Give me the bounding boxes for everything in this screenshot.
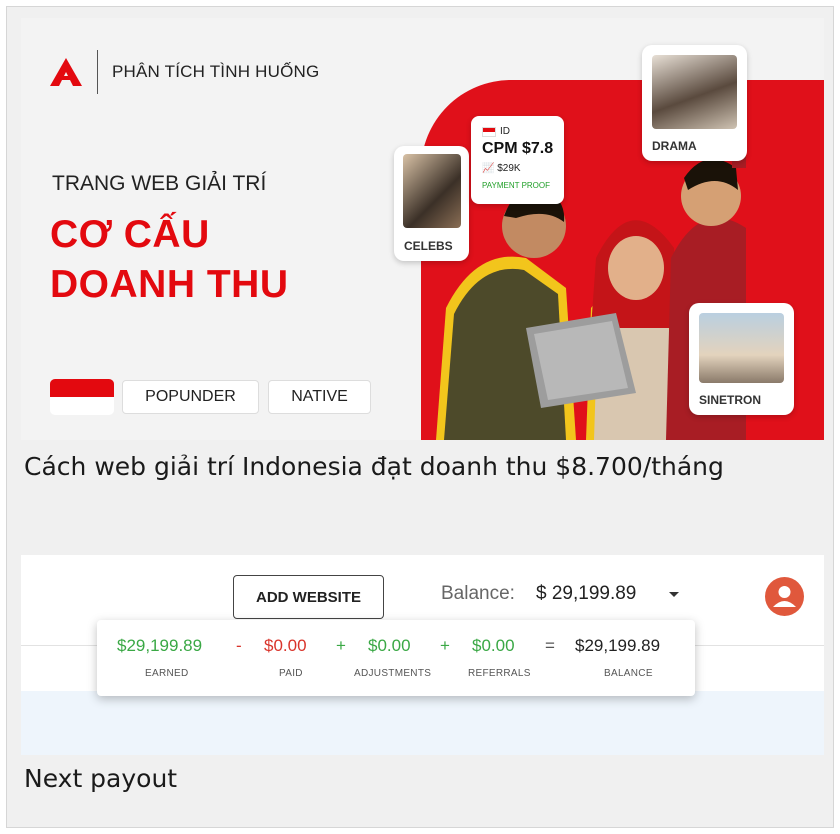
adjustments-value: $0.00 — [368, 636, 411, 655]
celebs-label: CELEBS — [404, 239, 453, 253]
country-code: ID — [482, 126, 510, 137]
chart-up-icon: 📈 — [482, 163, 498, 174]
balance-value[interactable]: $ 29,199.89 — [536, 583, 636, 605]
banner-headline: CƠ CẤU DOANH THU — [50, 210, 288, 310]
sinetron-card: SINETRON — [689, 303, 794, 415]
case-study-banner: PHÂN TÍCH TÌNH HUỐNG TRANG WEB GIẢI TRÍ … — [21, 18, 824, 440]
logo-block: PHÂN TÍCH TÌNH HUỐNG — [49, 50, 319, 94]
indonesia-flag-icon — [50, 379, 114, 415]
paid-label: PAID — [279, 668, 303, 679]
earned-label: EARNED — [145, 668, 189, 679]
caption-next-payout: Next payout — [24, 764, 178, 793]
balance-total-label: BALANCE — [604, 668, 653, 679]
minus-operator: - — [236, 636, 242, 655]
caption-title: Cách web giải trí Indonesia đạt doanh th… — [24, 452, 724, 481]
chevron-down-icon[interactable] — [669, 592, 679, 597]
headline-line-1: CƠ CẤU — [50, 213, 210, 256]
cpm-value: CPM $7.8 — [482, 140, 554, 157]
paid-value: $0.00 — [264, 636, 307, 655]
earned-value: $29,199.89 — [117, 636, 203, 655]
add-website-button[interactable]: ADD WEBSITE — [233, 575, 384, 619]
drama-photo — [652, 55, 737, 129]
equals-operator: = — [545, 636, 555, 655]
balance-label: Balance: — [441, 583, 515, 604]
balance-total-value: $29,199.89 — [575, 636, 661, 655]
referrals-value: $0.00 — [472, 636, 515, 655]
country-label: ID — [500, 126, 510, 137]
balance-summary-popup: $29,199.89 EARNED - $0.00 PAID + $0.00 A… — [97, 620, 695, 696]
logo-divider — [97, 50, 98, 94]
sinetron-photo — [699, 313, 784, 383]
celebs-photo — [403, 154, 461, 228]
banner-kicker: TRANG WEB GIẢI TRÍ — [52, 172, 267, 195]
avatar[interactable] — [765, 577, 804, 616]
payment-proof-label: PAYMENT PROOF — [482, 181, 551, 190]
celebs-card: CELEBS — [394, 146, 469, 261]
cpm-stat-card: ID CPM $7.8 📈 $29K PAYMENT PROOF — [471, 116, 564, 204]
drama-label: DRAMA — [652, 139, 697, 153]
adjustments-label: ADJUSTMENTS — [354, 668, 432, 679]
indonesia-flag-icon — [482, 126, 496, 137]
tag-native: NATIVE — [268, 380, 371, 414]
headline-line-2: DOANH THU — [50, 263, 289, 306]
referrals-label: REFERRALS — [468, 668, 531, 679]
content-area — [21, 691, 824, 755]
amount-label: $29K — [497, 163, 521, 174]
sinetron-label: SINETRON — [699, 393, 762, 407]
plus-operator: + — [440, 636, 450, 655]
tag-popunder: POPUNDER — [122, 380, 259, 414]
drama-card: DRAMA — [642, 45, 747, 161]
user-icon — [773, 586, 796, 607]
adsterra-a-icon — [50, 58, 82, 86]
earnings-amount: 📈 $29K — [482, 163, 521, 174]
plus-operator: + — [336, 636, 346, 655]
section-label: PHÂN TÍCH TÌNH HUỐNG — [112, 62, 320, 81]
